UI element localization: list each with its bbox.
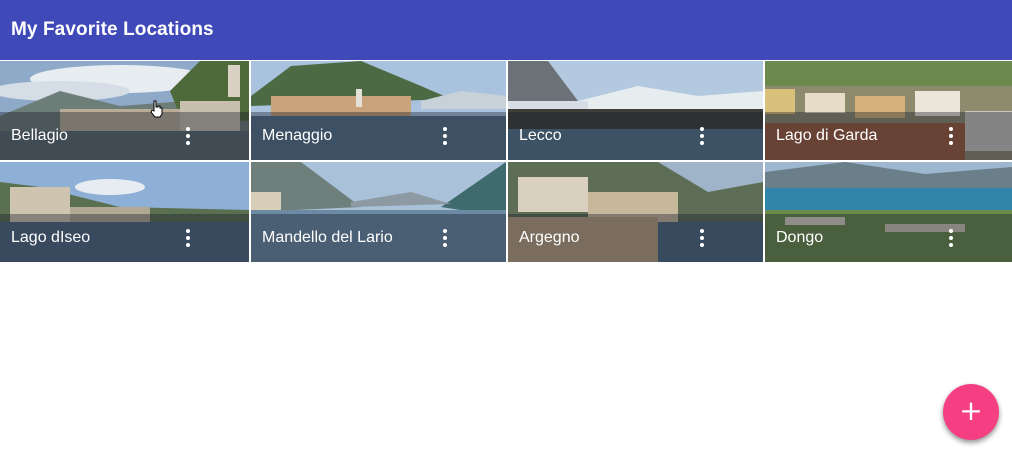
tile-title-bar: Lago di Garda xyxy=(765,112,1012,160)
more-vert-icon[interactable] xyxy=(937,224,965,252)
location-grid: Bellagio Menaggio Lecco Lago di Garda La… xyxy=(0,61,1012,262)
app-title: My Favorite Locations xyxy=(11,19,214,40)
tile-title-bar: Lecco xyxy=(508,112,763,160)
more-vert-icon[interactable] xyxy=(431,122,459,150)
more-vert-icon[interactable] xyxy=(431,224,459,252)
add-location-button[interactable]: + xyxy=(943,384,999,440)
app-bar: My Favorite Locations xyxy=(0,0,1012,60)
tile-title-bar: Dongo xyxy=(765,214,1012,262)
location-tile-argegno[interactable]: Argegno xyxy=(508,162,763,262)
tile-title-bar: Mandello del Lario xyxy=(251,214,506,262)
tile-title-bar: Bellagio xyxy=(0,112,249,160)
tile-title-bar: Lago dIseo xyxy=(0,214,249,262)
tile-label: Menaggio xyxy=(262,127,333,144)
tile-title-bar: Menaggio xyxy=(251,112,506,160)
tile-label: Bellagio xyxy=(11,127,68,144)
more-vert-icon[interactable] xyxy=(174,122,202,150)
tile-label: Lago dIseo xyxy=(11,229,91,246)
location-tile-lago-diseo[interactable]: Lago dIseo xyxy=(0,162,249,262)
more-vert-icon[interactable] xyxy=(688,224,716,252)
location-tile-lecco[interactable]: Lecco xyxy=(508,61,763,160)
more-vert-icon[interactable] xyxy=(937,122,965,150)
tile-label: Dongo xyxy=(776,229,824,246)
plus-icon: + xyxy=(959,394,983,427)
tile-label: Mandello del Lario xyxy=(262,229,393,246)
tile-label: Lago di Garda xyxy=(776,127,878,144)
location-tile-lago-di-garda[interactable]: Lago di Garda xyxy=(765,61,1012,160)
location-tile-menaggio[interactable]: Menaggio xyxy=(251,61,506,160)
more-vert-icon[interactable] xyxy=(688,122,716,150)
location-tile-dongo[interactable]: Dongo xyxy=(765,162,1012,262)
tile-label: Lecco xyxy=(519,127,562,144)
tile-label: Argegno xyxy=(519,229,580,246)
more-vert-icon[interactable] xyxy=(174,224,202,252)
location-tile-mandello-del-lario[interactable]: Mandello del Lario xyxy=(251,162,506,262)
location-tile-bellagio[interactable]: Bellagio xyxy=(0,61,249,160)
tile-title-bar: Argegno xyxy=(508,214,763,262)
